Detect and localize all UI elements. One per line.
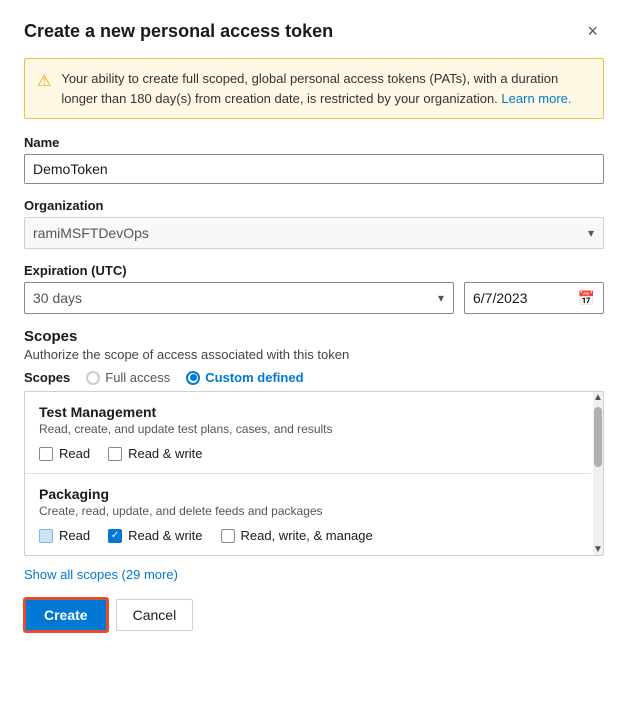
name-label: Name [24,135,604,150]
pkg-readwrite-option[interactable]: Read & write [108,528,202,543]
warning-text: Your ability to create full scoped, glob… [61,69,591,108]
org-field-group: Organization ramiMSFTDevOps ▾ [24,198,604,249]
cancel-button[interactable]: Cancel [116,599,194,631]
close-button[interactable]: × [581,20,604,42]
pkg-manage-checkbox[interactable] [221,529,235,543]
scopes-section: Scopes Authorize the scope of access ass… [24,328,604,385]
name-input[interactable] [24,154,604,184]
scroll-down-arrow[interactable]: ▼ [593,544,603,555]
pkg-manage-option[interactable]: Read, write, & manage [221,528,373,543]
date-input[interactable] [473,290,578,306]
pkg-manage-label: Read, write, & manage [241,528,373,543]
org-label: Organization [24,198,604,213]
pkg-readwrite-label: Read & write [128,528,202,543]
modal-header: Create a new personal access token × [24,20,604,42]
test-management-section: Test Management Read, create, and update… [25,392,591,473]
expiry-select-wrapper: 30 days ▾ [24,282,454,314]
test-read-checkbox[interactable] [39,447,53,461]
packaging-section: Packaging Create, read, update, and dele… [25,474,591,555]
scroll-up-arrow[interactable]: ▲ [593,392,603,403]
custom-defined-radio[interactable] [186,371,200,385]
scopes-row: Scopes Full access Custom defined [24,370,604,385]
date-input-wrapper: 📅 [464,282,604,314]
test-readwrite-label: Read & write [128,446,202,461]
pkg-read-label: Read [59,528,90,543]
scopes-subtitle: Authorize the scope of access associated… [24,347,604,362]
scope-sections-scroll: Test Management Read, create, and update… [25,392,603,555]
show-scopes-wrapper: Show all scopes (29 more) [24,566,604,582]
test-management-desc: Read, create, and update test plans, cas… [39,422,577,436]
scopes-title: Scopes [24,328,604,345]
packaging-desc: Create, read, update, and delete feeds a… [39,504,577,518]
test-readwrite-checkbox[interactable] [108,447,122,461]
scrollbar[interactable]: ▲ ▼ [593,392,603,555]
full-access-option[interactable]: Full access [86,370,170,385]
modal-title: Create a new personal access token [24,21,333,42]
show-all-scopes-link[interactable]: Show all scopes (29 more) [24,567,178,582]
pkg-readwrite-checkbox[interactable] [108,529,122,543]
full-access-radio[interactable] [86,371,100,385]
full-access-label: Full access [105,370,170,385]
custom-defined-label: Custom defined [205,370,303,385]
warning-banner: ⚠ Your ability to create full scoped, gl… [24,58,604,119]
warning-icon: ⚠ [37,70,51,108]
expiry-label: Expiration (UTC) [24,263,604,278]
custom-defined-option[interactable]: Custom defined [186,370,303,385]
test-management-name: Test Management [39,404,577,420]
create-button[interactable]: Create [24,598,108,632]
packaging-name: Packaging [39,486,577,502]
test-read-label: Read [59,446,90,461]
test-read-option[interactable]: Read [39,446,90,461]
learn-more-link[interactable]: Learn more. [501,91,571,106]
packaging-options: Read Read & write Read, write, & manage [39,528,577,543]
test-management-options: Read Read & write [39,446,577,461]
pkg-read-checkbox[interactable] [39,529,53,543]
scopes-label: Scopes [24,370,70,385]
expiration-row: 30 days ▾ 📅 [24,282,604,314]
footer-actions: Create Cancel [24,598,604,632]
modal-container: Create a new personal access token × ⚠ Y… [0,0,628,708]
calendar-icon[interactable]: 📅 [578,290,595,307]
test-readwrite-option[interactable]: Read & write [108,446,202,461]
org-select-wrapper: ramiMSFTDevOps ▾ [24,217,604,249]
scope-sections-container: Test Management Read, create, and update… [24,391,604,556]
org-select[interactable]: ramiMSFTDevOps [24,217,604,249]
scrollbar-thumb[interactable] [594,407,602,467]
expiry-select[interactable]: 30 days [24,282,454,314]
name-field-group: Name [24,135,604,184]
pkg-read-option[interactable]: Read [39,528,90,543]
